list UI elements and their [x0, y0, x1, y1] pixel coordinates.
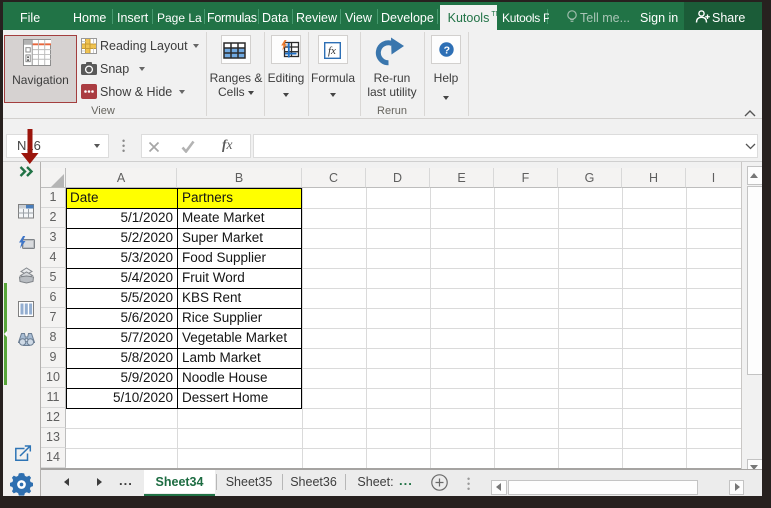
svg-text:?: ? — [444, 44, 450, 56]
svg-text:fx: fx — [328, 45, 336, 57]
